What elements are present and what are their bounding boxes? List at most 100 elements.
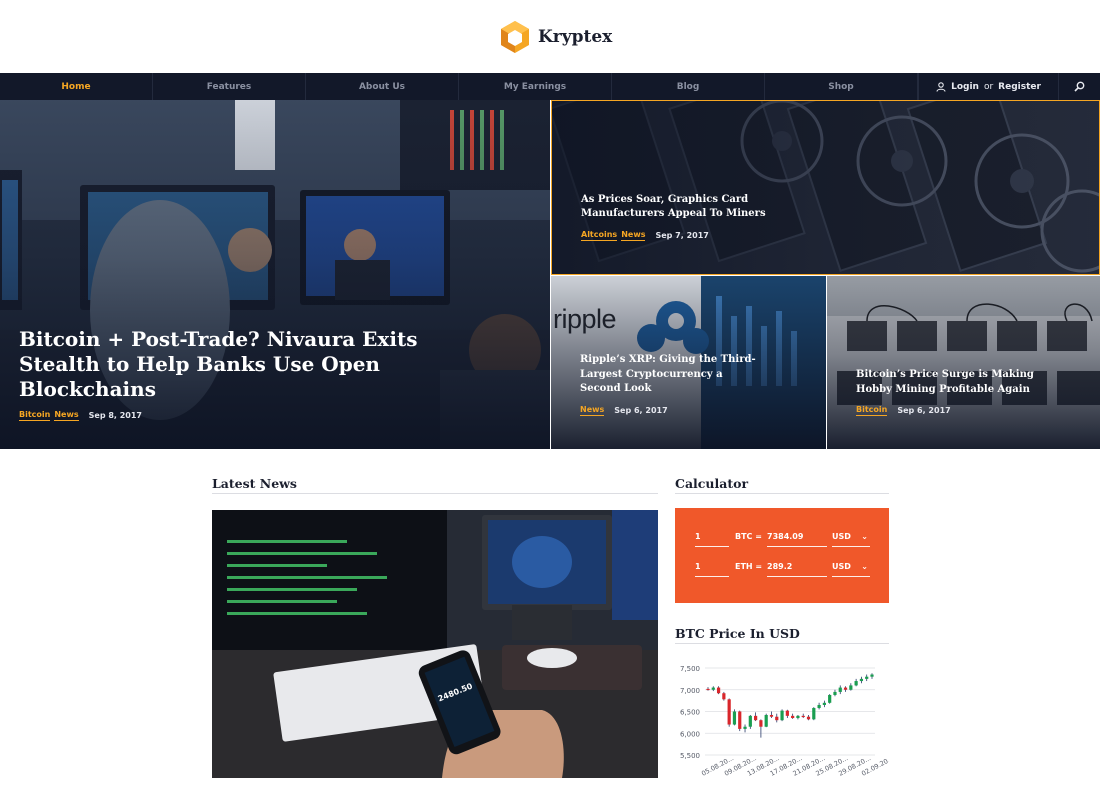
post-title-line: Bitcoin + Post-Trade? Nivaura Exits (19, 327, 418, 351)
post-title-line: Hobby Mining Profitable Again (856, 383, 1030, 395)
site-logo[interactable]: Kryptex (500, 20, 612, 54)
category-tag-altcoins[interactable]: Altcoins (581, 230, 618, 241)
eth-currency-select[interactable]: USD ⌄ (832, 559, 870, 577)
post-date: Sep 6, 2017 (614, 406, 668, 415)
chart-candle-body (732, 711, 737, 725)
featured-post-graphics-cards[interactable]: As Prices Soar, Graphics Card Manufactur… (551, 100, 1100, 275)
chart-candle-body (716, 687, 721, 694)
chart-candle-body (743, 726, 747, 729)
chart-candle-body (833, 691, 837, 695)
btc-amount-input[interactable]: 1 (695, 529, 729, 547)
post-title-line: Largest Cryptocurrency a (580, 368, 723, 380)
image-overlay (552, 101, 1099, 274)
chart-y-tick-label: 6,500 (680, 709, 700, 717)
login-register-link[interactable]: Login or Register (918, 73, 1058, 100)
image-overlay (827, 276, 1100, 449)
chart-candle-body (759, 720, 763, 727)
brand-name: Kryptex (538, 27, 613, 47)
hexagon-cube-icon (501, 21, 529, 53)
nav-item-about-us[interactable]: About Us (306, 73, 459, 100)
post-title-line: As Prices Soar, Graphics Card (581, 194, 749, 205)
chart-candle-body (828, 694, 832, 703)
chart-candle-body (859, 678, 864, 682)
post-title-line: Bitcoin’s Price Surge is Making (856, 369, 1034, 380)
btc-price-heading: BTC Price In USD (675, 626, 800, 641)
post-title-line: Ripple’s XRP: Giving the Third- (580, 354, 756, 365)
post-title[interactable]: Ripple’s XRP: Giving the Third- Largest … (580, 353, 810, 397)
register-link[interactable]: Register (998, 82, 1041, 92)
main-navigation: Home Features About Us My Earnings Blog … (0, 73, 1100, 100)
chevron-down-icon: ⌄ (861, 562, 868, 571)
post-title-line: Second Look (580, 383, 652, 394)
post-title[interactable]: Bitcoin’s Price Surge is Making Hobby Mi… (856, 368, 1096, 397)
calculator-row-eth: 1 ETH = 289.2 USD ⌄ (695, 559, 870, 577)
category-tag-bitcoin[interactable]: Bitcoin (856, 405, 888, 416)
chart-candle-body (849, 685, 853, 690)
currency-selected-value: USD (832, 532, 851, 541)
post-title[interactable]: Bitcoin + Post-Trade? Nivaura Exits Stea… (19, 327, 419, 402)
section-divider (212, 493, 658, 494)
currency-selected-value: USD (832, 562, 851, 571)
login-link[interactable]: Login (951, 82, 979, 92)
nav-item-home[interactable]: Home (0, 73, 153, 100)
chart-candle-body (796, 715, 800, 719)
btc-label: BTC = (735, 532, 762, 541)
btc-value-output[interactable]: 7384.09 (767, 529, 827, 547)
chart-candle-body (706, 688, 710, 691)
nav-item-features[interactable]: Features (153, 73, 306, 100)
post-title-line: Blockchains (19, 377, 156, 401)
latest-news-image[interactable]: 2480.50 (212, 510, 658, 778)
chart-candle-body (801, 715, 805, 718)
chart-y-tick-label: 7,500 (680, 665, 700, 673)
category-tag-news[interactable]: News (580, 405, 605, 416)
chart-candle-body (769, 714, 774, 717)
site-header: Kryptex (0, 0, 1100, 73)
btc-currency-select[interactable]: USD ⌄ (832, 529, 870, 547)
calculator-heading: Calculator (675, 476, 749, 491)
post-title-line: Manufacturers Appeal To Miners (581, 208, 766, 219)
post-meta: Bitcoin News Sep 8, 2017 (19, 410, 142, 421)
chart-candle-body (817, 704, 821, 709)
featured-post-hobby-mining[interactable]: Bitcoin’s Price Surge is Making Hobby Mi… (827, 276, 1100, 449)
chart-candle-body (806, 716, 811, 720)
category-tag-news[interactable]: News (54, 410, 79, 421)
featured-post-ripple[interactable]: ripple Ripple’s XRP: Giving the Third- L… (551, 276, 826, 449)
featured-post-main[interactable]: Bitcoin + Post-Trade? Nivaura Exits Stea… (0, 100, 550, 449)
chart-candle-body (812, 708, 816, 720)
chart-candle-body (780, 710, 784, 721)
chart-candle-body (791, 715, 795, 719)
nav-item-my-earnings[interactable]: My Earnings (459, 73, 612, 100)
chart-candle-body (738, 711, 742, 729)
chart-candle-body (785, 710, 789, 716)
post-title[interactable]: As Prices Soar, Graphics Card Manufactur… (581, 193, 841, 221)
category-tag-news[interactable]: News (621, 230, 646, 241)
chart-candle-body (822, 702, 826, 705)
chart-candle-body (722, 693, 726, 700)
chart-y-tick-label: 5,500 (680, 752, 700, 760)
desk-monitors-phone-photo (212, 510, 658, 778)
category-tag-bitcoin[interactable]: Bitcoin (19, 410, 51, 421)
eth-label: ETH = (735, 562, 763, 571)
chart-candle-body (843, 687, 848, 690)
chart-y-tick-label: 6,000 (680, 730, 700, 738)
nav-item-shop[interactable]: Shop (765, 73, 918, 100)
latest-news-heading: Latest News (212, 476, 297, 491)
post-meta: Bitcoin Sep 6, 2017 (856, 405, 951, 416)
nav-item-blog[interactable]: Blog (612, 73, 765, 100)
post-date: Sep 7, 2017 (655, 231, 709, 240)
chart-candle-body (775, 716, 779, 721)
section-divider (675, 493, 889, 494)
search-button[interactable] (1058, 73, 1100, 100)
calculator-row-btc: 1 BTC = 7384.09 USD ⌄ (695, 529, 870, 547)
eth-amount-input[interactable]: 1 (695, 559, 729, 577)
search-icon (1074, 81, 1085, 92)
btc-price-candlestick-chart: 7,5007,0006,5006,0005,500 05.08.20...09.0… (680, 665, 889, 778)
crypto-calculator: 1 BTC = 7384.09 USD ⌄ 1 ETH = 289.2 USD … (675, 508, 889, 603)
post-date: Sep 6, 2017 (897, 406, 951, 415)
chart-candle-body (727, 699, 731, 725)
post-meta: Altcoins News Sep 7, 2017 (581, 230, 709, 241)
chart-candle-body (870, 674, 874, 677)
eth-value-output[interactable]: 289.2 (767, 559, 827, 577)
chart-candle-body (748, 715, 752, 727)
chart-candle-body (764, 714, 768, 727)
